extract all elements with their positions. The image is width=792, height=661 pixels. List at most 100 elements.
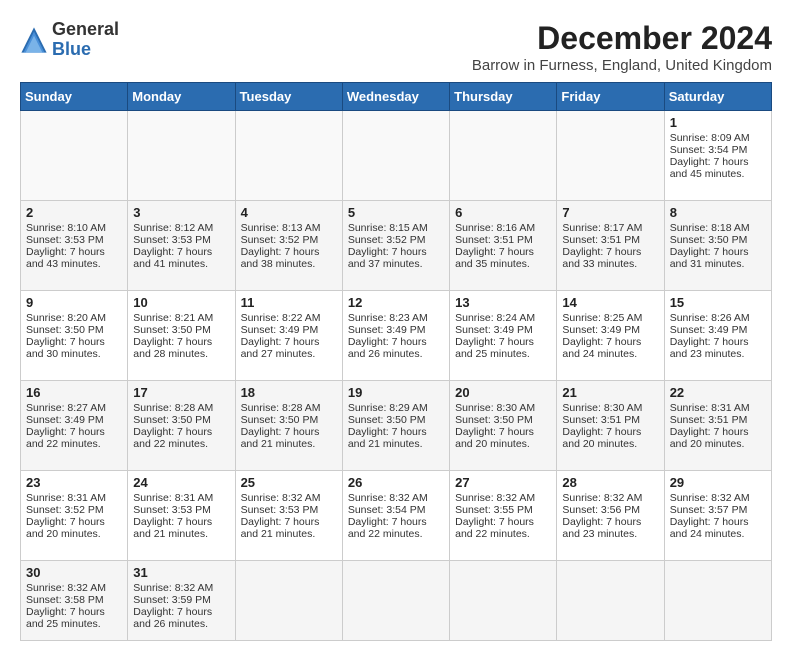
sunset-time: Sunset: 3:53 PM	[26, 234, 104, 246]
table-row: 4 Sunrise: 8:13 AMSunset: 3:52 PMDaylight…	[235, 201, 342, 291]
sunrise-time: Sunrise: 8:28 AM	[133, 402, 213, 414]
day-number: 7	[562, 205, 658, 220]
table-row: 8Sunrise: 8:18 AMSunset: 3:50 PMDaylight…	[664, 201, 771, 291]
daylight-hours: Daylight: 7 hours and 38 minutes.	[241, 246, 320, 270]
month-year: December 2024	[472, 20, 772, 57]
sunset-time: Sunset: 3:59 PM	[133, 594, 211, 606]
calendar-table: Sunday Monday Tuesday Wednesday Thursday…	[20, 82, 772, 641]
daylight-hours: Daylight: 7 hours and 30 minutes.	[26, 336, 105, 360]
logo-text: General Blue	[52, 20, 119, 60]
sunset-time: Sunset: 3:49 PM	[670, 324, 748, 336]
table-row: 9Sunrise: 8:20 AMSunset: 3:50 PMDaylight…	[21, 291, 128, 381]
table-row: 11 Sunrise: 8:22 AMSunset: 3:49 PMDayligh…	[235, 291, 342, 381]
sunset-time: Sunset: 3:50 PM	[348, 414, 426, 426]
daylight-hours: Daylight: 7 hours and 21 minutes.	[133, 516, 212, 540]
table-row: 19Sunrise: 8:29 AMSunset: 3:50 PMDayligh…	[342, 381, 449, 471]
sunset-time: Sunset: 3:49 PM	[348, 324, 426, 336]
day-number: 28	[562, 475, 658, 490]
day-number: 21	[562, 385, 658, 400]
daylight-hours: Daylight: 7 hours and 20 minutes.	[26, 516, 105, 540]
sunrise-time: Sunrise: 8:13 AM	[241, 222, 321, 234]
daylight-hours: Daylight: 7 hours and 20 minutes.	[562, 426, 641, 450]
sunset-time: Sunset: 3:55 PM	[455, 504, 533, 516]
sunrise-time: Sunrise: 8:15 AM	[348, 222, 428, 234]
sunrise-time: Sunrise: 8:29 AM	[348, 402, 428, 414]
day-number: 11	[241, 295, 337, 310]
sunrise-time: Sunrise: 8:25 AM	[562, 312, 642, 324]
day-number: 31	[133, 565, 229, 580]
sunrise-time: Sunrise: 8:31 AM	[26, 492, 106, 504]
table-row	[128, 111, 235, 201]
day-number: 24	[133, 475, 229, 490]
table-row	[21, 111, 128, 201]
table-row: 24Sunrise: 8:31 AMSunset: 3:53 PMDayligh…	[128, 471, 235, 561]
day-number: 6	[455, 205, 551, 220]
daylight-hours: Daylight: 7 hours and 23 minutes.	[562, 516, 641, 540]
table-row: 28Sunrise: 8:32 AMSunset: 3:56 PMDayligh…	[557, 471, 664, 561]
sunrise-time: Sunrise: 8:31 AM	[670, 402, 750, 414]
sunset-time: Sunset: 3:52 PM	[26, 504, 104, 516]
daylight-hours: Daylight: 7 hours and 35 minutes.	[455, 246, 534, 270]
table-row	[450, 111, 557, 201]
table-row: 15Sunrise: 8:26 AMSunset: 3:49 PMDayligh…	[664, 291, 771, 381]
day-number: 9	[26, 295, 122, 310]
sunrise-time: Sunrise: 8:30 AM	[455, 402, 535, 414]
sunset-time: Sunset: 3:50 PM	[241, 414, 319, 426]
daylight-hours: Daylight: 7 hours and 37 minutes.	[348, 246, 427, 270]
day-number: 16	[26, 385, 122, 400]
daylight-hours: Daylight: 7 hours and 31 minutes.	[670, 246, 749, 270]
table-row: 30Sunrise: 8:32 AMSunset: 3:58 PMDayligh…	[21, 561, 128, 641]
daylight-hours: Daylight: 7 hours and 21 minutes.	[241, 426, 320, 450]
table-row: 7Sunrise: 8:17 AMSunset: 3:51 PMDaylight…	[557, 201, 664, 291]
table-row	[664, 561, 771, 641]
sunrise-time: Sunrise: 8:27 AM	[26, 402, 106, 414]
sunset-time: Sunset: 3:51 PM	[455, 234, 533, 246]
sunset-time: Sunset: 3:53 PM	[133, 234, 211, 246]
sunrise-time: Sunrise: 8:22 AM	[241, 312, 321, 324]
sunrise-time: Sunrise: 8:30 AM	[562, 402, 642, 414]
day-number: 3	[133, 205, 229, 220]
day-number: 2	[26, 205, 122, 220]
day-number: 10	[133, 295, 229, 310]
daylight-hours: Daylight: 7 hours and 21 minutes.	[348, 426, 427, 450]
day-number: 25	[241, 475, 337, 490]
sunset-time: Sunset: 3:51 PM	[562, 234, 640, 246]
day-number: 17	[133, 385, 229, 400]
sunset-time: Sunset: 3:50 PM	[670, 234, 748, 246]
day-number: 13	[455, 295, 551, 310]
table-row: 16Sunrise: 8:27 AMSunset: 3:49 PMDayligh…	[21, 381, 128, 471]
sunrise-time: Sunrise: 8:32 AM	[562, 492, 642, 504]
table-row: 5Sunrise: 8:15 AMSunset: 3:52 PMDaylight…	[342, 201, 449, 291]
table-row: 25Sunrise: 8:32 AMSunset: 3:53 PMDayligh…	[235, 471, 342, 561]
sunset-time: Sunset: 3:50 PM	[133, 324, 211, 336]
day-number: 29	[670, 475, 766, 490]
day-number: 14	[562, 295, 658, 310]
table-row: 3Sunrise: 8:12 AMSunset: 3:53 PMDaylight…	[128, 201, 235, 291]
sunset-time: Sunset: 3:52 PM	[348, 234, 426, 246]
col-tuesday: Tuesday	[235, 83, 342, 111]
table-row: 21Sunrise: 8:30 AMSunset: 3:51 PMDayligh…	[557, 381, 664, 471]
sunset-time: Sunset: 3:58 PM	[26, 594, 104, 606]
logo-general: General	[52, 20, 119, 40]
day-number: 4	[241, 205, 337, 220]
sunset-time: Sunset: 3:49 PM	[241, 324, 319, 336]
day-number: 12	[348, 295, 444, 310]
sunrise-time: Sunrise: 8:23 AM	[348, 312, 428, 324]
sunrise-time: Sunrise: 8:09 AM	[670, 132, 750, 144]
daylight-hours: Daylight: 7 hours and 27 minutes.	[241, 336, 320, 360]
table-row: 13Sunrise: 8:24 AMSunset: 3:49 PMDayligh…	[450, 291, 557, 381]
sunset-time: Sunset: 3:52 PM	[241, 234, 319, 246]
sunrise-time: Sunrise: 8:32 AM	[133, 582, 213, 594]
header-row: Sunday Monday Tuesday Wednesday Thursday…	[21, 83, 772, 111]
day-number: 30	[26, 565, 122, 580]
sunset-time: Sunset: 3:50 PM	[455, 414, 533, 426]
daylight-hours: Daylight: 7 hours and 25 minutes.	[455, 336, 534, 360]
table-row: 20Sunrise: 8:30 AMSunset: 3:50 PMDayligh…	[450, 381, 557, 471]
title-section: December 2024 Barrow in Furness, England…	[472, 20, 772, 74]
table-row: 18Sunrise: 8:28 AMSunset: 3:50 PMDayligh…	[235, 381, 342, 471]
daylight-hours: Daylight: 7 hours and 22 minutes.	[133, 426, 212, 450]
sunrise-time: Sunrise: 8:32 AM	[670, 492, 750, 504]
table-row: 2Sunrise: 8:10 AMSunset: 3:53 PMDaylight…	[21, 201, 128, 291]
sunset-time: Sunset: 3:49 PM	[455, 324, 533, 336]
day-number: 26	[348, 475, 444, 490]
